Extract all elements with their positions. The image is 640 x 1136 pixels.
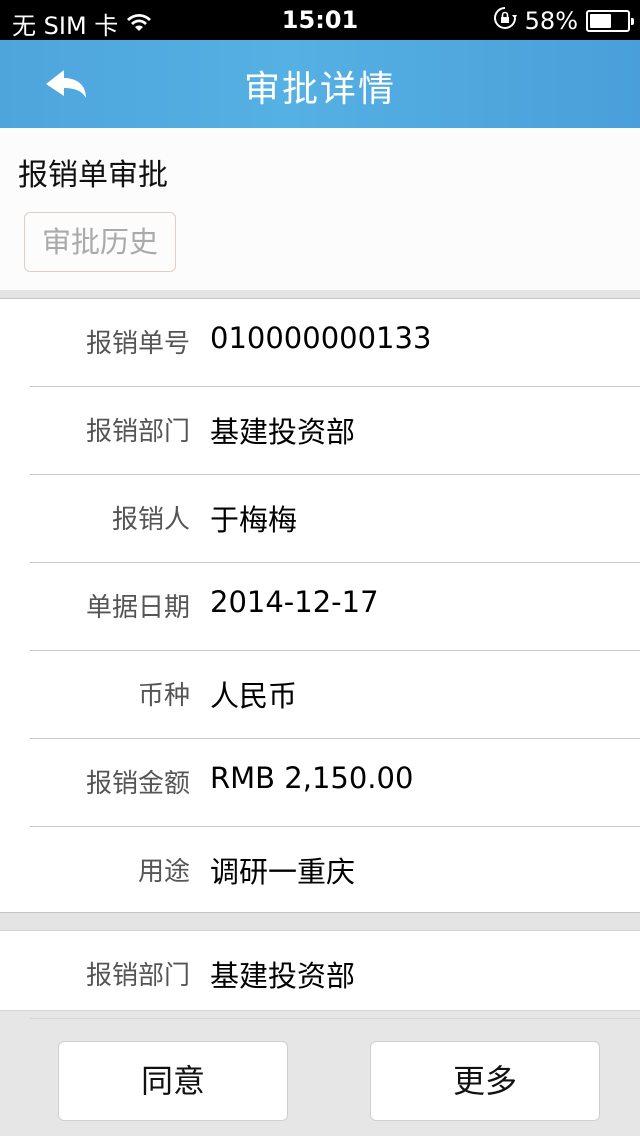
section-separator [0, 290, 640, 299]
details-card: 报销单号 010000000133 报销部门 基建投资部 报销人 于梅梅 单据日期 2014-… [0, 299, 640, 913]
detail-label: 报销金额 [85, 769, 190, 799]
form-title: 报销单审批 [18, 158, 168, 193]
detail-value: 于梅梅 [210, 503, 298, 537]
detail-value: RMB 2,150.00 [210, 761, 414, 795]
page-title: 审批详情 [243, 69, 396, 110]
agree-button[interactable]: 同意 [58, 1041, 288, 1121]
detail-value: 调研一重庆 [210, 855, 356, 889]
approval-history-button[interactable]: 审批历史 [24, 212, 176, 272]
detail-label: 币种 [137, 681, 190, 711]
detail-value: 2014-12-17 [210, 585, 379, 619]
detail-label: 报销部门 [85, 417, 190, 447]
divider [30, 1018, 640, 1019]
detail-value: 人民币 [210, 679, 298, 713]
battery-icon [586, 10, 634, 32]
more-button[interactable]: 更多 [370, 1041, 600, 1121]
detail-row: 报销单号 010000000133 [0, 299, 640, 387]
detail-value: 010000000133 [210, 321, 432, 355]
detail-row: 报销部门 基建投资部 [0, 931, 640, 1019]
detail-label: 报销部门 [85, 961, 190, 991]
navigation-bar: 审批详情 [0, 40, 640, 128]
detail-value: 基建投资部 [210, 959, 356, 993]
detail-row: 单据日期 2014-12-17 [0, 563, 640, 651]
status-bar: 无 SIM 卡 15:01 58% [0, 0, 640, 40]
detail-row: 币种 人民币 [0, 651, 640, 739]
action-bar: 同意 更多 [0, 1010, 640, 1136]
detail-label: 用途 [137, 857, 190, 887]
battery-fill [590, 14, 611, 28]
detail-label: 报销人 [111, 505, 190, 535]
details-card-2: 报销部门 基建投资部 [0, 930, 640, 1010]
detail-row: 报销金额 RMB 2,150.00 [0, 739, 640, 827]
detail-label: 报销单号 [85, 329, 190, 359]
detail-row: 用途 调研一重庆 [0, 827, 640, 915]
detail-label: 单据日期 [85, 593, 190, 623]
detail-row: 报销部门 基建投资部 [0, 387, 640, 475]
detail-row: 报销人 于梅梅 [0, 475, 640, 563]
form-header: 报销单审批 审批历史 [0, 128, 640, 290]
section-separator [0, 912, 640, 930]
battery-percent: 58% [524, 7, 578, 35]
rotation-lock-icon [493, 6, 517, 36]
detail-value: 基建投资部 [210, 415, 356, 449]
